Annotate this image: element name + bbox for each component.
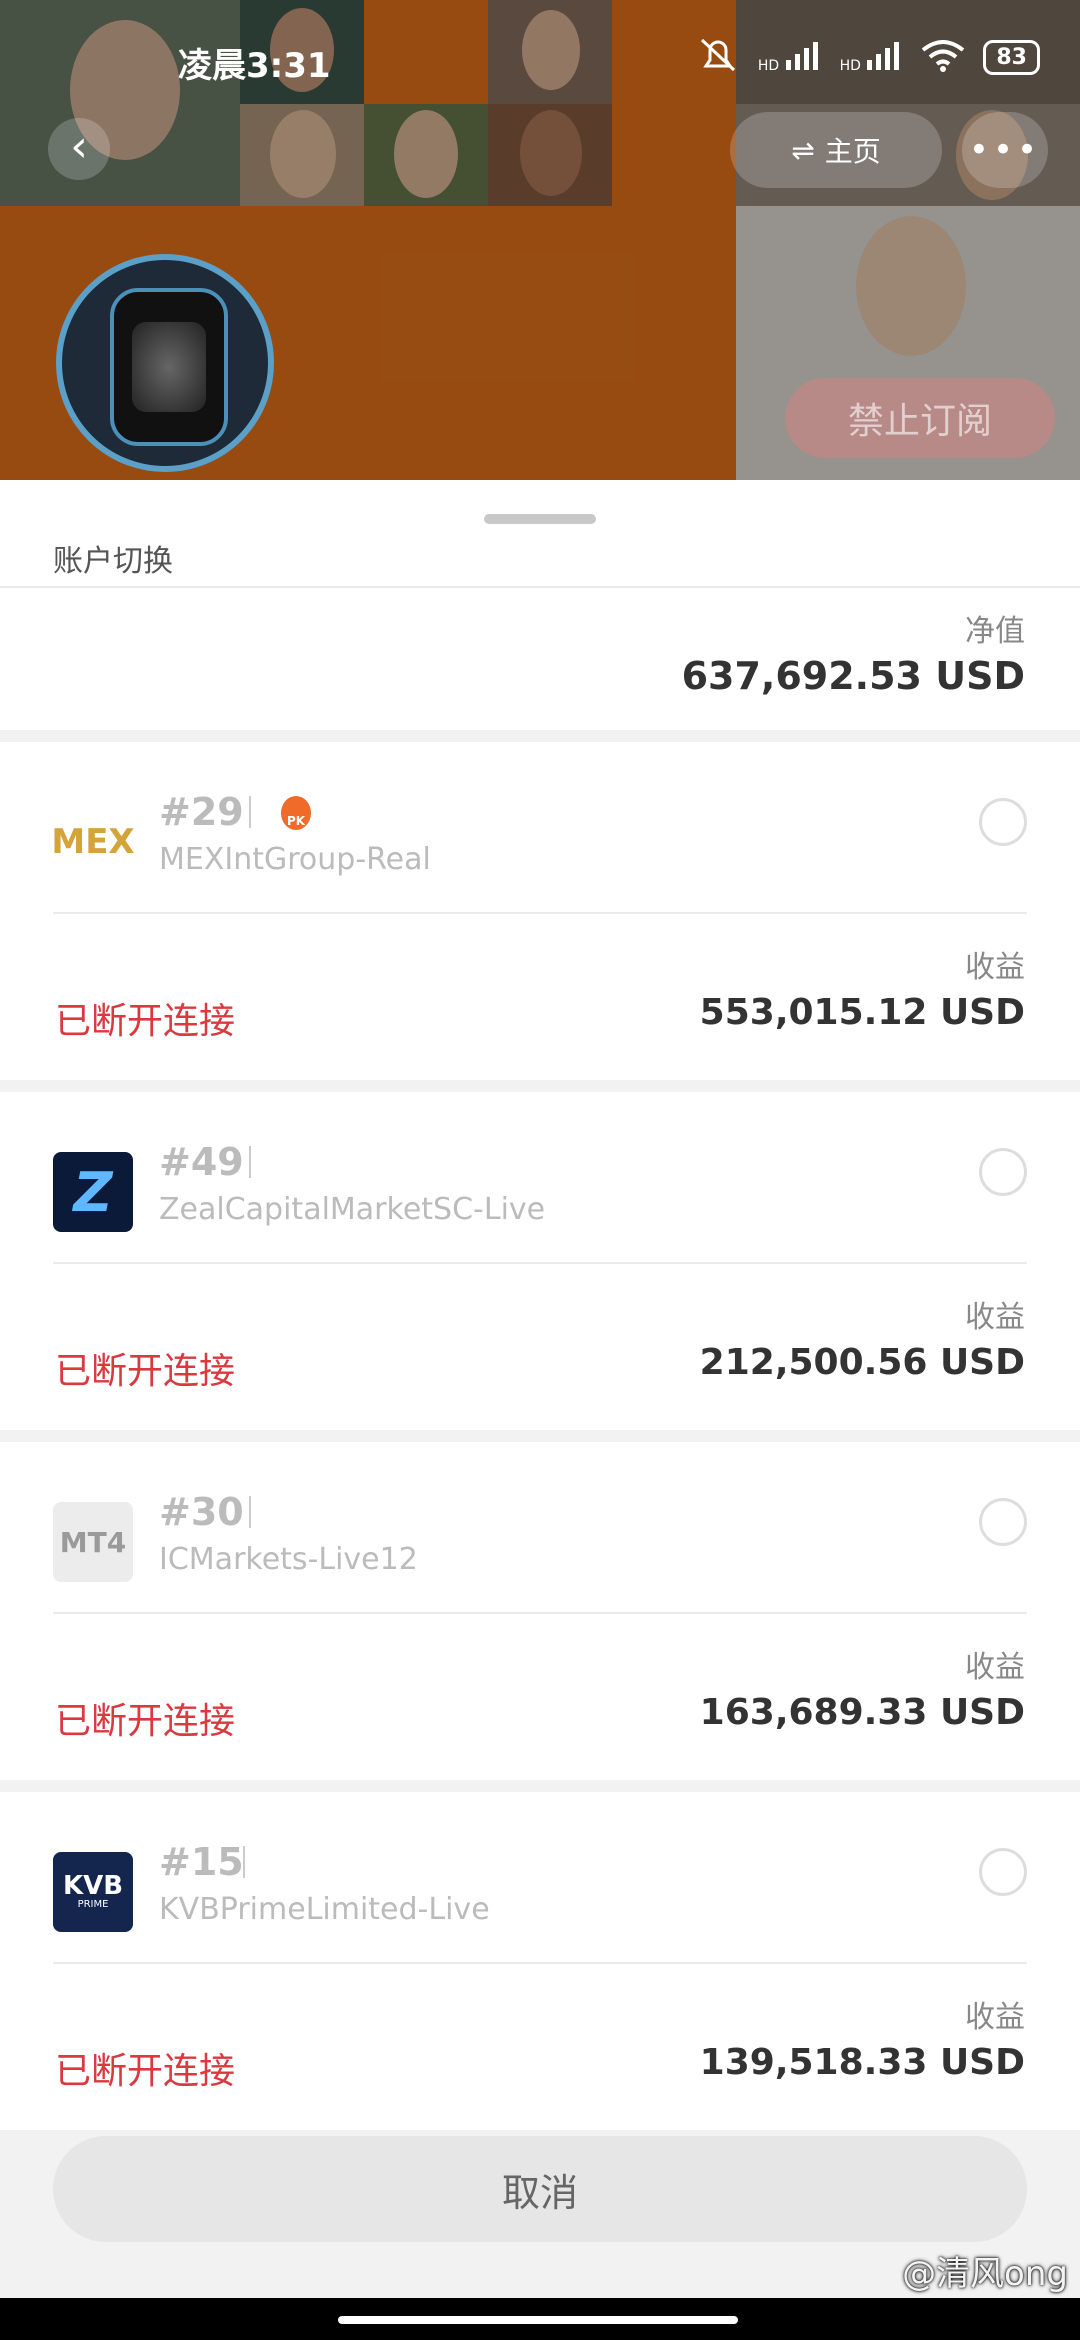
account-server: ICMarkets-Live12: [159, 1542, 418, 1577]
sheet-header: 账户切换: [0, 480, 1080, 586]
profit-label: 收益: [965, 1300, 1025, 1335]
profit-label: 收益: [965, 2000, 1025, 2035]
equity-row: 净值 637,692.53 USD: [0, 586, 1080, 730]
status-bar: 凌晨3:31 HD HD 83: [0, 0, 1080, 120]
logo-text: MEX: [51, 822, 135, 862]
logo-text: MT4: [59, 1525, 127, 1559]
profit-value: 553,015.12 USD: [699, 992, 1025, 1033]
signal-label: HD: [757, 58, 780, 74]
signal-icon-2: HD: [840, 40, 904, 74]
equity-value: 637,692.53 USD: [681, 654, 1025, 698]
account-card[interactable]: MEX #29 PK MEXIntGroup-Real 收益 已断开连接 553…: [0, 742, 1080, 1080]
gesture-bar: [0, 2298, 1080, 2340]
mute-icon: [696, 36, 740, 78]
profit-value: 212,500.56 USD: [699, 1342, 1025, 1383]
switch-icon: ⇌: [791, 133, 815, 167]
account-number: #15: [159, 1840, 244, 1884]
chevron-left-icon: ‹: [70, 121, 88, 172]
pk-badge-text: PK: [286, 814, 306, 828]
account-radio[interactable]: [979, 1148, 1027, 1196]
profit-value: 139,518.33 USD: [699, 2042, 1025, 2083]
mt4-logo: MT4: [53, 1502, 133, 1582]
home-indicator[interactable]: [338, 2316, 738, 2324]
wifi-icon: [921, 38, 965, 76]
account-server: KVBPrimeLimited-Live: [159, 1892, 490, 1927]
profit-label: 收益: [965, 950, 1025, 985]
drag-handle[interactable]: [484, 514, 596, 524]
cancel-button[interactable]: 取消: [53, 2136, 1027, 2242]
account-server: MEXIntGroup-Real: [159, 842, 431, 877]
watermark: @清风ong: [902, 2254, 1068, 2294]
equity-label: 净值: [965, 614, 1025, 649]
connection-status: 已断开连接: [55, 1351, 236, 1392]
account-radio[interactable]: [979, 1848, 1027, 1896]
account-switch-sheet: 账户切换 净值 637,692.53 USD MEX #29 PK MEXInt…: [0, 480, 1080, 2298]
status-time: 凌晨3:31: [178, 46, 331, 86]
sheet-title: 账户切换: [53, 544, 173, 579]
logo-text: Z: [73, 1160, 113, 1224]
connection-status: 已断开连接: [55, 1001, 236, 1042]
account-card[interactable]: Z #49 ZealCapitalMarketSC-Live 收益 已断开连接 …: [0, 1092, 1080, 1430]
watch-image: [110, 288, 228, 446]
account-card[interactable]: KVB PRIME #15 KVBPrimeLimited-Live 收益 已断…: [0, 1792, 1080, 2130]
more-button[interactable]: •••: [962, 112, 1048, 188]
pk-flame-icon: PK: [281, 796, 311, 830]
profit-label: 收益: [965, 1650, 1025, 1685]
logo-subtext: PRIME: [77, 1899, 109, 1910]
logo-text: KVB: [62, 1871, 124, 1901]
more-dots-icon: •••: [968, 130, 1042, 170]
account-server: ZealCapitalMarketSC-Live: [159, 1192, 546, 1227]
avatar[interactable]: [56, 254, 274, 472]
home-label: 主页: [824, 135, 881, 168]
zeal-logo: Z: [53, 1152, 133, 1232]
signal-icon: HD: [758, 40, 822, 74]
kvb-logo: KVB PRIME: [53, 1852, 133, 1932]
account-number: #49: [159, 1140, 244, 1184]
connection-status: 已断开连接: [55, 1701, 236, 1742]
signal-label: HD: [839, 58, 861, 74]
subscribe-button[interactable]: 禁止订阅: [785, 378, 1055, 458]
account-number: #29: [159, 790, 244, 834]
connection-status: 已断开连接: [55, 2051, 236, 2092]
account-number: #30: [159, 1490, 244, 1534]
account-radio[interactable]: [979, 798, 1027, 846]
back-button[interactable]: ‹: [48, 118, 110, 180]
account-radio[interactable]: [979, 1498, 1027, 1546]
battery-icon: 83: [983, 39, 1040, 75]
profit-value: 163,689.33 USD: [699, 1692, 1025, 1733]
account-card[interactable]: MT4 #30 ICMarkets-Live12 收益 已断开连接 163,68…: [0, 1442, 1080, 1780]
mex-logo: MEX: [51, 802, 135, 882]
home-button[interactable]: ⇌ 主页: [730, 112, 942, 188]
status-icons: HD HD 83: [696, 36, 1040, 78]
